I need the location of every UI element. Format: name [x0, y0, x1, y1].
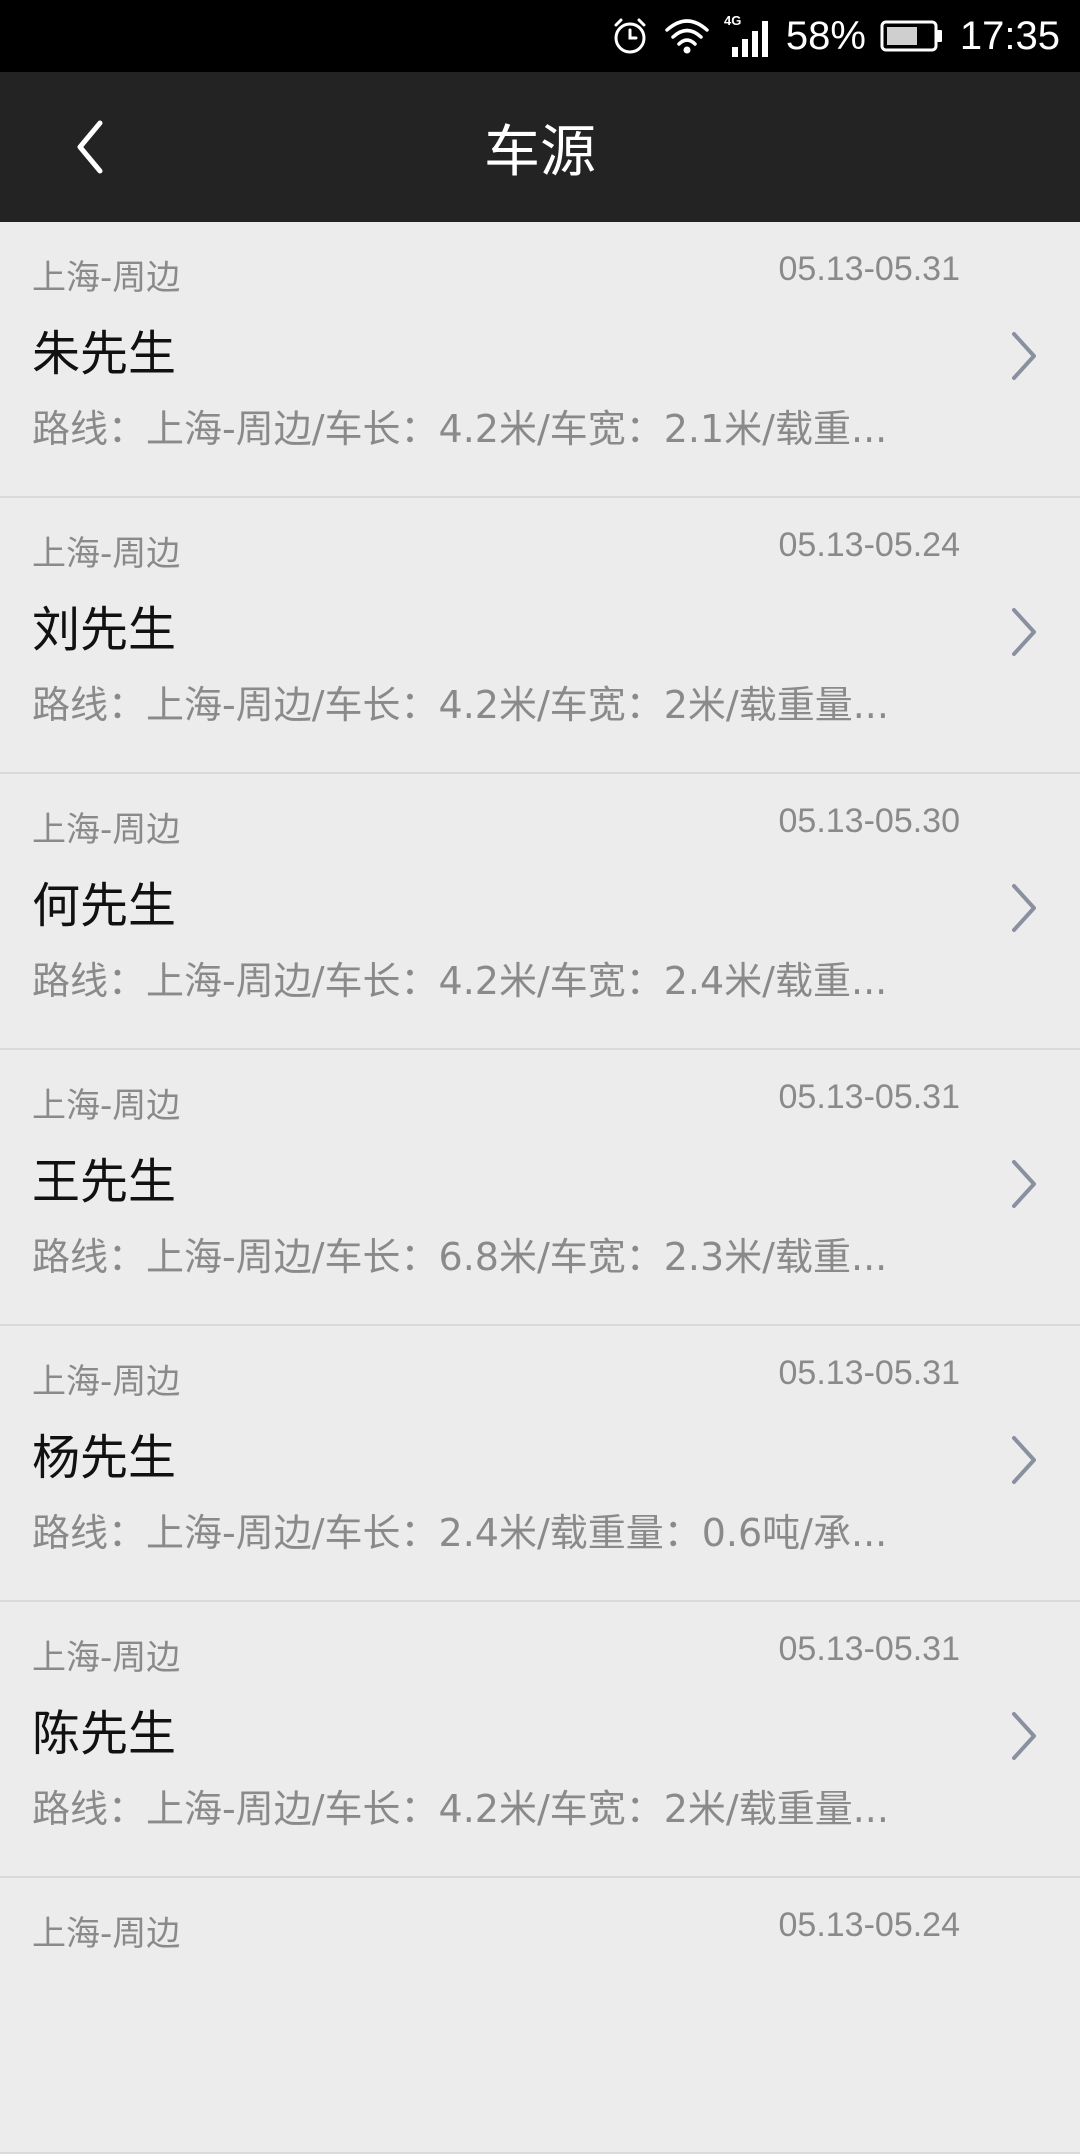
- battery-percent: 58%: [785, 13, 866, 58]
- vehicle-detail: 路线：上海-周边/车长：4.2米/车宽：2.1米/载重...: [32, 407, 888, 451]
- contact-name: 王先生: [32, 1154, 177, 1210]
- date-range: 05.13-05.24: [778, 1906, 961, 1944]
- chevron-right-icon: [1012, 884, 1036, 932]
- route-region: 上海-周边: [32, 810, 181, 850]
- date-range: 05.13-05.30: [778, 802, 961, 840]
- route-region: 上海-周边: [32, 258, 181, 298]
- date-range: 05.13-05.31: [778, 1630, 961, 1668]
- chevron-right-icon: [1012, 332, 1036, 380]
- vehicle-detail: 路线：上海-周边/车长：4.2米/车宽：2.4米/载重...: [32, 959, 888, 1003]
- battery-icon: [880, 19, 944, 53]
- contact-name: 杨先生: [32, 1430, 177, 1486]
- route-region: 上海-周边: [32, 1362, 181, 1402]
- date-range: 05.13-05.24: [778, 526, 961, 564]
- list-item[interactable]: 上海-周边 05.13-05.24 刘先生 路线：上海-周边/车长：4.2米/车…: [0, 498, 1080, 774]
- vehicle-detail: 路线：上海-周边/车长：6.8米/车宽：2.3米/载重...: [32, 1235, 888, 1279]
- chevron-right-icon: [1012, 1160, 1036, 1208]
- network-label: 4G: [724, 13, 741, 28]
- wifi-icon: [664, 16, 710, 56]
- route-region: 上海-周边: [32, 1086, 181, 1126]
- route-region: 上海-周边: [32, 1914, 181, 1954]
- contact-name: 陈先生: [32, 1706, 177, 1762]
- contact-name: 朱先生: [32, 326, 177, 382]
- contact-name: 何先生: [32, 878, 177, 934]
- route-region: 上海-周边: [32, 1638, 181, 1678]
- vehicle-detail: 路线：上海-周边/车长：4.2米/车宽：2米/载重量...: [32, 683, 889, 727]
- contact-name: 刘先生: [32, 602, 177, 658]
- date-range: 05.13-05.31: [778, 250, 961, 288]
- vehicle-source-list: 上海-周边 05.13-05.31 朱先生 路线：上海-周边/车长：4.2米/车…: [0, 222, 1080, 2154]
- signal-4g-icon: 4G: [724, 13, 772, 59]
- alarm-icon: [610, 16, 650, 56]
- chevron-right-icon: [1012, 1436, 1036, 1484]
- list-item[interactable]: 上海-周边 05.13-05.31 王先生 路线：上海-周边/车长：6.8米/车…: [0, 1050, 1080, 1326]
- list-item-partial[interactable]: 上海-周边 05.13-05.24: [0, 1878, 1080, 2154]
- vehicle-detail: 路线：上海-周边/车长：2.4米/载重量：0.6吨/承...: [32, 1511, 888, 1555]
- list-item[interactable]: 上海-周边 05.13-05.31 朱先生 路线：上海-周边/车长：4.2米/车…: [0, 222, 1080, 498]
- clock-time: 17:35: [959, 13, 1060, 58]
- list-item[interactable]: 上海-周边 05.13-05.31 陈先生 路线：上海-周边/车长：4.2米/车…: [0, 1602, 1080, 1878]
- page-title: 车源: [484, 119, 596, 185]
- list-item[interactable]: 上海-周边 05.13-05.30 何先生 路线：上海-周边/车长：4.2米/车…: [0, 774, 1080, 1050]
- date-range: 05.13-05.31: [778, 1354, 961, 1392]
- list-item[interactable]: 上海-周边 05.13-05.31 杨先生 路线：上海-周边/车长：2.4米/载…: [0, 1326, 1080, 1602]
- status-bar: 4G 58% 17:35: [0, 0, 1080, 72]
- chevron-right-icon: [1012, 1712, 1036, 1760]
- route-region: 上海-周边: [32, 534, 181, 574]
- date-range: 05.13-05.31: [778, 1078, 961, 1116]
- nav-bar: 车源: [0, 72, 1080, 222]
- vehicle-detail: 路线：上海-周边/车长：4.2米/车宽：2米/载重量...: [32, 1787, 889, 1831]
- chevron-right-icon: [1012, 608, 1036, 656]
